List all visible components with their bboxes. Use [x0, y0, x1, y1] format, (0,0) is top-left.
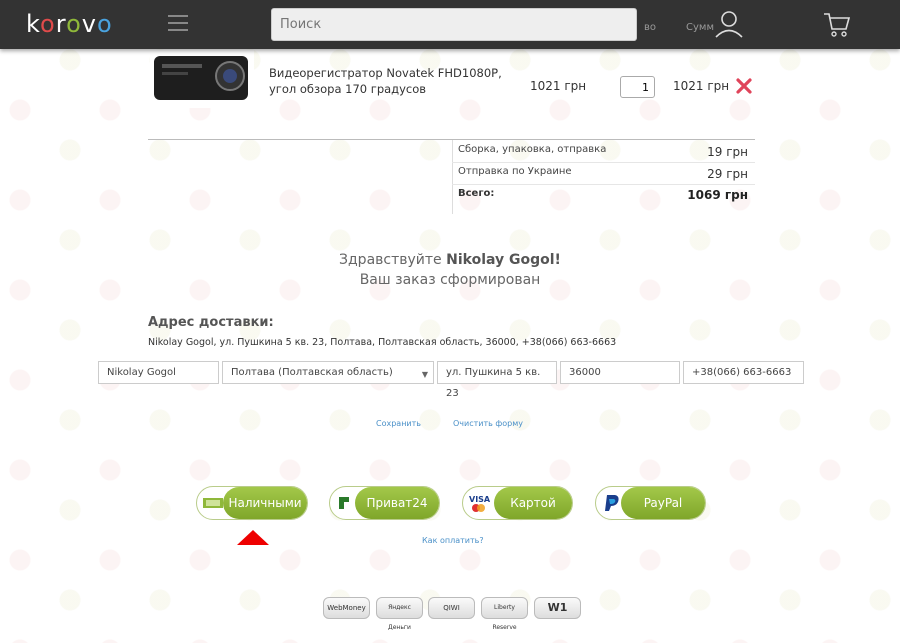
w1-badge: W1	[534, 597, 581, 619]
cart-icon[interactable]	[822, 10, 852, 38]
user-icon[interactable]	[714, 10, 744, 38]
total-value: 1069 грн	[687, 188, 748, 202]
pay-paypal-button[interactable]: PayPal	[595, 486, 706, 520]
summary-label-packing: Сборка, упаковка, отправка	[458, 144, 607, 155]
customer-name: Nikolay Gogol!	[446, 252, 561, 268]
order-content: Видеорегистратор Novatek FHD1080P, угол …	[0, 0, 900, 643]
svg-text:VISA: VISA	[469, 495, 490, 504]
yandex-money-badge: Яндекс Деньги	[376, 597, 423, 631]
selected-payment-marker	[237, 530, 269, 545]
column-header-sum: Сумм	[686, 22, 714, 33]
top-header: korovo во Сумм	[0, 0, 900, 49]
quantity-input[interactable]	[620, 76, 655, 98]
summary-value-shipping: 29 грн	[707, 167, 748, 181]
divider-vertical	[452, 140, 453, 214]
search-input[interactable]	[271, 8, 637, 41]
site-logo[interactable]: korovo	[26, 10, 113, 38]
how-to-pay-link[interactable]: Как оплатить?	[422, 536, 484, 545]
privat24-icon	[339, 497, 349, 509]
address-text: Nikolay Gogol, ул. Пушкина 5 кв. 23, Пол…	[148, 337, 617, 348]
product-name[interactable]: Видеорегистратор Novatek FHD1080P, угол …	[269, 65, 509, 97]
greeting-line: Здравствуйте Nikolay Gogol!	[339, 252, 561, 268]
paypal-icon	[605, 495, 619, 511]
clear-form-link[interactable]: Очистить форму	[453, 419, 523, 428]
pay-cash-button[interactable]: Наличными	[196, 486, 308, 520]
remove-icon[interactable]	[736, 78, 752, 94]
column-header-qty: во	[644, 22, 657, 33]
total-label: Всего:	[458, 188, 495, 199]
product-sum: 1021 грн	[673, 79, 730, 93]
product-image[interactable]	[150, 50, 254, 108]
visa-mastercard-icon: VISA	[469, 495, 490, 512]
divider	[452, 162, 755, 163]
menu-icon[interactable]	[168, 15, 188, 31]
cash-icon	[203, 498, 223, 508]
address-title: Адрес доставки:	[148, 315, 274, 330]
phone-field[interactable]: +38(066) 663-6663	[683, 361, 804, 384]
pay-card-button[interactable]: VISA Картой	[462, 486, 573, 520]
save-link[interactable]: Сохранить	[376, 419, 421, 428]
product-price: 1021 грн	[530, 79, 587, 93]
divider	[452, 184, 755, 185]
liberty-reserve-badge: Liberty Reserve	[481, 597, 528, 631]
webmoney-badge: WebMoney	[323, 597, 370, 619]
region-select[interactable]: Полтава (Полтавская область) ▼	[222, 361, 434, 384]
chevron-down-icon: ▼	[421, 370, 428, 379]
pay-privat24-button[interactable]: Приват24	[329, 486, 440, 520]
order-status: Ваш заказ сформирован	[359, 272, 541, 288]
name-field[interactable]: Nikolay Gogol	[98, 361, 219, 384]
street-field[interactable]: ул. Пушкина 5 кв. 23	[437, 361, 557, 399]
zip-field[interactable]: 36000	[560, 361, 680, 384]
summary-value-packing: 19 грн	[707, 145, 748, 159]
qiwi-badge: QIWI	[428, 597, 475, 619]
summary-label-shipping: Отправка по Украине	[458, 166, 572, 177]
